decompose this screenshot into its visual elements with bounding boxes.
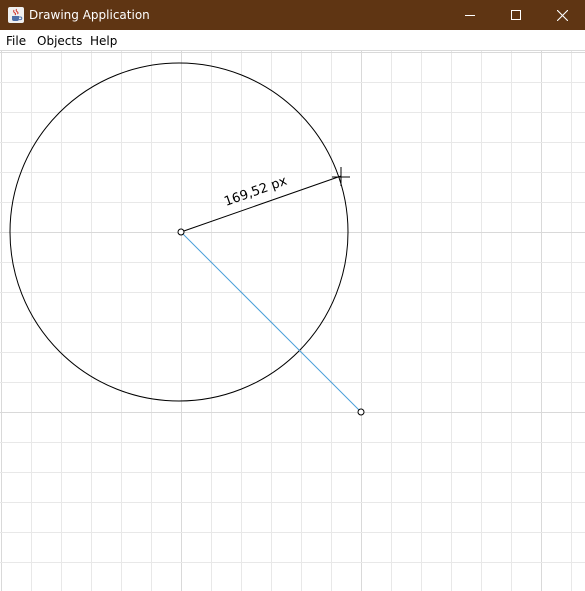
window-title: Drawing Application: [29, 8, 150, 22]
minimize-button[interactable]: [447, 0, 493, 30]
center-handle[interactable]: [177, 228, 185, 236]
close-icon: [556, 9, 568, 21]
radius-label: 169,52 px: [222, 174, 289, 210]
close-button[interactable]: [539, 0, 585, 30]
crosshair-cursor: [332, 167, 350, 186]
drawing-canvas[interactable]: 169,52 px: [0, 51, 585, 591]
grid: [0, 51, 585, 591]
endpoint-handle[interactable]: [357, 408, 365, 416]
menu-help[interactable]: Help: [90, 33, 117, 49]
minimize-icon: [465, 10, 475, 20]
menu-objects[interactable]: Objects: [37, 33, 82, 49]
maximize-button[interactable]: [493, 0, 539, 30]
maximize-icon: [511, 10, 521, 20]
menu-file[interactable]: File: [6, 33, 26, 49]
menu-bar: File Objects Help: [0, 30, 585, 51]
title-bar[interactable]: Drawing Application: [0, 0, 585, 30]
java-cup-icon: [8, 7, 24, 23]
